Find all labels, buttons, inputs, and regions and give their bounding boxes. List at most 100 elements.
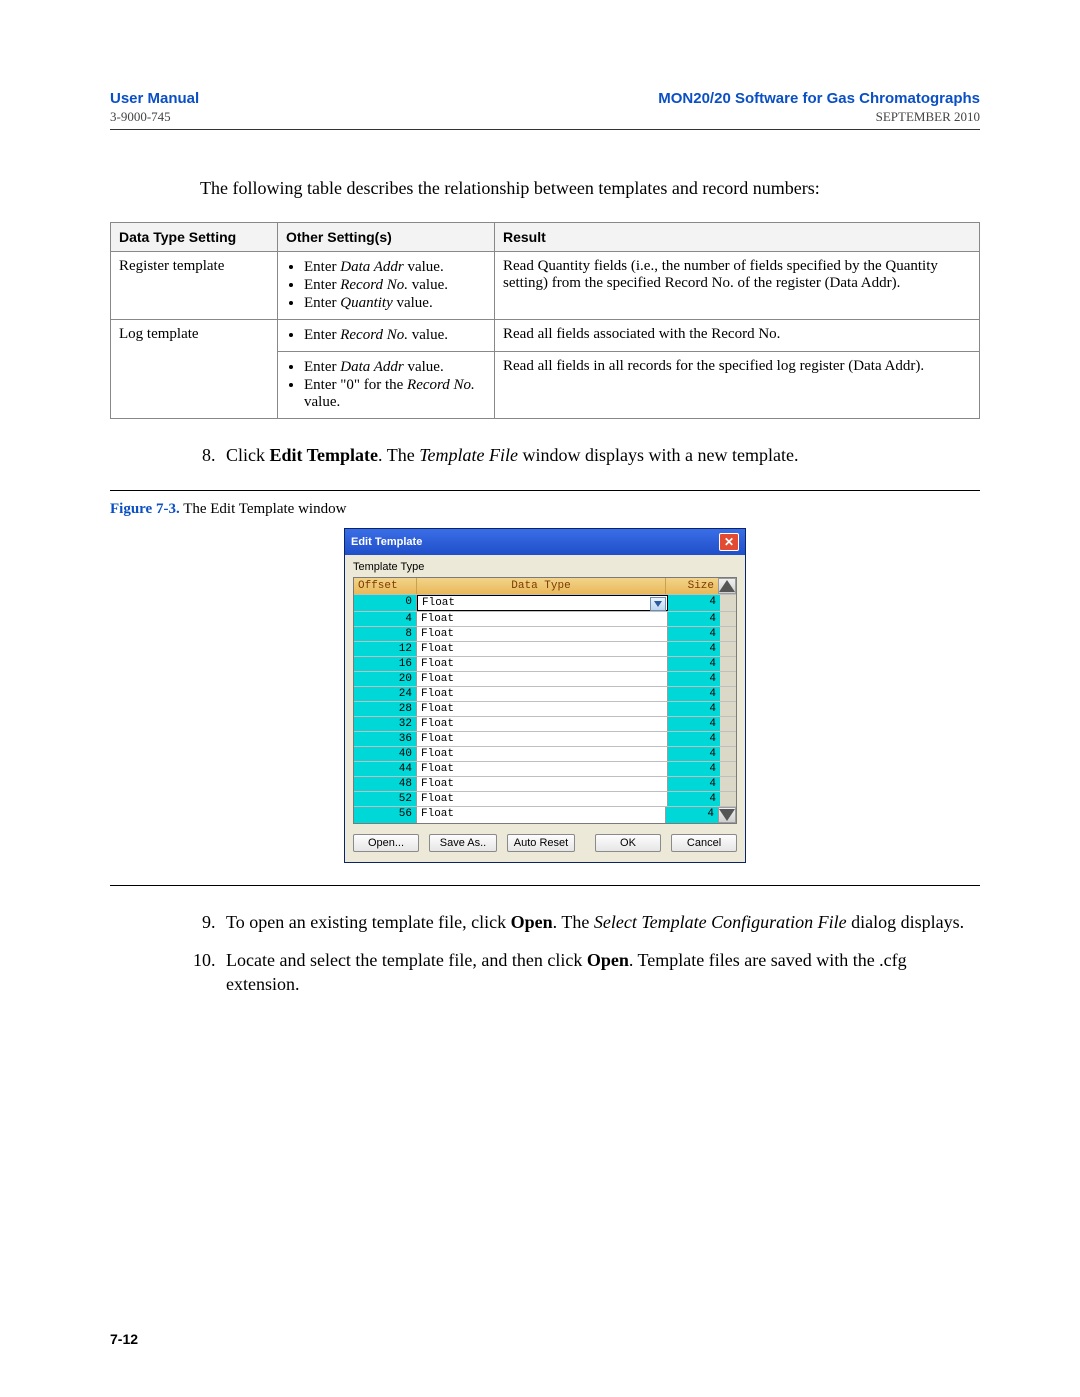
template-grid[interactable]: Offset Data Type Size 0Float44Float48Flo… <box>353 577 737 824</box>
grid-row[interactable]: 48Float4 <box>354 776 736 791</box>
cell-size: 4 <box>668 762 720 776</box>
header-left-title: User Manual <box>110 90 199 107</box>
cell-data-type[interactable]: Float <box>417 702 668 716</box>
intro-paragraph: The following table describes the relati… <box>200 176 980 200</box>
cell-data-type[interactable]: Float <box>417 687 668 701</box>
dialog-titlebar[interactable]: Edit Template ✕ <box>345 529 745 555</box>
scrollbar-track <box>720 642 736 656</box>
header-date: SEPTEMBER 2010 <box>876 109 980 125</box>
header-right-title: MON20/20 Software for Gas Chromatographs <box>658 90 980 107</box>
open-button[interactable]: Open... <box>353 834 419 852</box>
cell-data-type[interactable]: Float <box>417 747 668 761</box>
cell-size: 4 <box>666 807 718 823</box>
grid-row[interactable]: 44Float4 <box>354 761 736 776</box>
cell-data-type[interactable]: Float <box>417 777 668 791</box>
cell-result: Read Quantity fields (i.e., the number o… <box>495 252 980 320</box>
scrollbar-track <box>720 672 736 686</box>
scrollbar-track <box>720 762 736 776</box>
cell-offset: 32 <box>354 717 417 731</box>
cell-offset: 36 <box>354 732 417 746</box>
cell-result: Read all fields in all records for the s… <box>495 352 980 419</box>
cell-size: 4 <box>668 612 720 626</box>
th-data-type: Data Type Setting <box>111 223 278 252</box>
cell-offset: 24 <box>354 687 417 701</box>
grid-row[interactable]: 52Float4 <box>354 791 736 806</box>
grid-row[interactable]: 28Float4 <box>354 701 736 716</box>
scrollbar-track <box>720 687 736 701</box>
cell-offset: 0 <box>354 595 417 611</box>
scroll-down-icon[interactable] <box>718 807 736 823</box>
cell-size: 4 <box>668 777 720 791</box>
scrollbar-track <box>720 702 736 716</box>
cell-data-type[interactable]: Float <box>417 792 668 806</box>
cell-other-settings: Enter Data Addr value. Enter Record No. … <box>278 252 495 320</box>
cell-size: 4 <box>668 627 720 641</box>
relationship-table: Data Type Setting Other Setting(s) Resul… <box>110 222 980 419</box>
figure-rule-top <box>110 490 980 491</box>
scrollbar-track <box>720 612 736 626</box>
cell-data-type: Register template <box>111 252 278 320</box>
grid-row[interactable]: 12Float4 <box>354 641 736 656</box>
cell-data-type[interactable]: Float <box>417 612 668 626</box>
step-8: Click Edit Template. The Template File w… <box>220 443 980 467</box>
template-type-label: Template Type <box>353 561 737 573</box>
dialog-title: Edit Template <box>351 536 422 548</box>
cell-other-settings: Enter Record No. value. <box>278 320 495 352</box>
cell-result: Read all fields associated with the Reco… <box>495 320 980 352</box>
cell-offset: 48 <box>354 777 417 791</box>
cell-size: 4 <box>668 702 720 716</box>
cell-data-type[interactable]: Float <box>417 717 668 731</box>
figure-rule-bottom <box>110 885 980 886</box>
figure-caption: Figure 7-3. The Edit Template window <box>110 501 980 518</box>
scrollbar-track <box>720 627 736 641</box>
edit-template-dialog: Edit Template ✕ Template Type Offset Dat… <box>344 528 746 863</box>
ok-button[interactable]: OK <box>595 834 661 852</box>
col-data-type: Data Type <box>417 578 666 594</box>
cell-size: 4 <box>668 595 720 611</box>
step-9: To open an existing template file, click… <box>220 910 980 934</box>
scrollbar-track <box>720 657 736 671</box>
cell-offset: 40 <box>354 747 417 761</box>
cell-size: 4 <box>668 687 720 701</box>
grid-row[interactable]: 16Float4 <box>354 656 736 671</box>
header-doc-number: 3-9000-745 <box>110 109 171 125</box>
cell-offset: 12 <box>354 642 417 656</box>
grid-row[interactable]: 56Float4 <box>354 806 736 823</box>
cell-offset: 16 <box>354 657 417 671</box>
table-row: Log template Enter Record No. value. Rea… <box>111 320 980 352</box>
grid-row[interactable]: 4Float4 <box>354 611 736 626</box>
cell-offset: 52 <box>354 792 417 806</box>
cell-size: 4 <box>668 747 720 761</box>
grid-row[interactable]: 0Float4 <box>354 594 736 611</box>
close-icon[interactable]: ✕ <box>719 533 739 551</box>
auto-reset-button[interactable]: Auto Reset <box>507 834 575 852</box>
scroll-up-icon[interactable] <box>718 578 736 594</box>
th-result: Result <box>495 223 980 252</box>
cell-size: 4 <box>668 732 720 746</box>
grid-row[interactable]: 32Float4 <box>354 716 736 731</box>
th-other-settings: Other Setting(s) <box>278 223 495 252</box>
cell-offset: 56 <box>354 807 417 823</box>
cell-offset: 8 <box>354 627 417 641</box>
scrollbar-track <box>720 717 736 731</box>
grid-row[interactable]: 8Float4 <box>354 626 736 641</box>
grid-row[interactable]: 40Float4 <box>354 746 736 761</box>
cell-data-type[interactable]: Float <box>417 807 666 823</box>
scrollbar-track <box>720 732 736 746</box>
cell-data-type[interactable]: Float <box>417 595 668 611</box>
cell-data-type[interactable]: Float <box>417 657 668 671</box>
save-as-button[interactable]: Save As.. <box>429 834 497 852</box>
cell-data-type[interactable]: Float <box>417 732 668 746</box>
grid-row[interactable]: 24Float4 <box>354 686 736 701</box>
cell-data-type: Log template <box>111 320 278 419</box>
grid-row[interactable]: 20Float4 <box>354 671 736 686</box>
cell-data-type[interactable]: Float <box>417 642 668 656</box>
grid-row[interactable]: 36Float4 <box>354 731 736 746</box>
cell-offset: 44 <box>354 762 417 776</box>
cell-data-type[interactable]: Float <box>417 672 668 686</box>
chevron-down-icon[interactable] <box>650 597 666 611</box>
cancel-button[interactable]: Cancel <box>671 834 737 852</box>
page-number: 7-12 <box>110 1331 138 1347</box>
cell-data-type[interactable]: Float <box>417 762 668 776</box>
cell-data-type[interactable]: Float <box>417 627 668 641</box>
